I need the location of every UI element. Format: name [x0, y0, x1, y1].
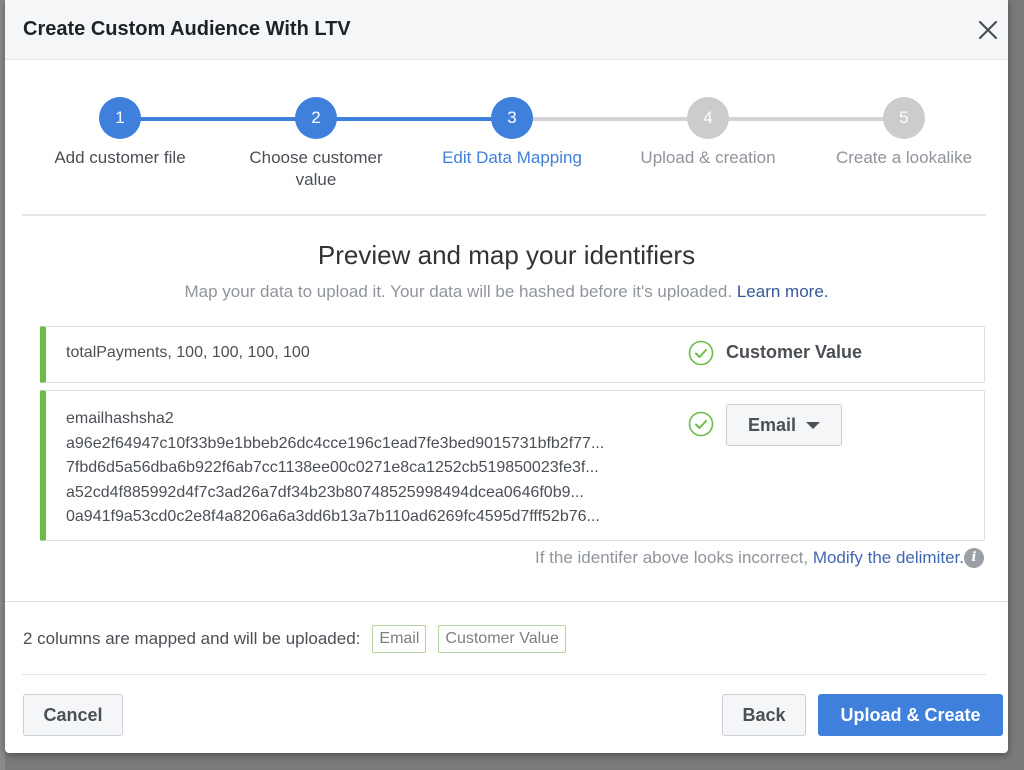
step-number: 4: [687, 97, 729, 139]
caret-down-icon: [806, 421, 821, 429]
step-number: 3: [491, 97, 533, 139]
summary-divider: [5, 601, 1008, 602]
step-add-customer-file: 1 Add customer file: [30, 97, 210, 169]
column-preview: emailhashsha2 a96e2f64947c10f33b9e1bbeb2…: [66, 407, 604, 530]
step-label: Create a lookalike: [835, 148, 973, 167]
cancel-button[interactable]: Cancel: [23, 694, 123, 736]
check-circle-icon: [688, 340, 714, 366]
column-preview-line: a52cd4f885992d4f7c3ad26a7df34b23b8074852…: [66, 483, 584, 501]
step-number: 2: [295, 97, 337, 139]
dropdown-value: Email: [747, 414, 797, 435]
column-preview-line: 0a941f9a53cd0c2e8f4a8206a6a3dd6b13a7b110…: [66, 508, 600, 525]
mapping-row-customer-value: totalPayments, 100, 100, 100, 100 Custom…: [40, 326, 985, 383]
step-create-lookalike: 5 Create a lookalike: [814, 97, 994, 169]
check-circle-icon: [688, 411, 714, 437]
mapped-tag-customer-value: Customer Value: [438, 625, 566, 653]
modify-delimiter-link[interactable]: Modify the delimiter.: [813, 548, 964, 567]
info-icon[interactable]: i: [964, 548, 984, 568]
close-icon: [978, 20, 998, 40]
step-edit-data-mapping: 3 Edit Data Mapping: [422, 97, 602, 169]
mapping-row-email: emailhashsha2 a96e2f64947c10f33b9e1bbeb2…: [40, 390, 985, 541]
create-audience-modal: Create Custom Audience With LTV 1 Add cu…: [5, 0, 1008, 753]
learn-more-link[interactable]: Learn more.: [737, 282, 829, 301]
step-label: Upload & creation: [640, 148, 776, 167]
step-label: Add customer file: [54, 148, 186, 167]
section-subtitle: Map your data to upload it. Your data wi…: [5, 282, 1008, 302]
footer-divider: [22, 674, 986, 675]
subtitle-text: Map your data to upload it. Your data wi…: [184, 282, 733, 301]
step-number: 5: [883, 97, 925, 139]
column-preview-line: 7fbd6d5a56dba6b922f6ab7cc1138ee00c0271e8…: [66, 459, 599, 476]
summary-text: 2 columns are mapped and will be uploade…: [23, 629, 361, 648]
modal-header: Create Custom Audience With LTV: [5, 0, 1008, 60]
step-number: 1: [99, 97, 141, 139]
identifier-type-dropdown[interactable]: Email: [726, 404, 842, 446]
delimiter-note: If the identifer above looks incorrect, …: [535, 548, 964, 568]
mapped-columns-summary: 2 columns are mapped and will be uploade…: [23, 625, 566, 653]
modal-title: Create Custom Audience With LTV: [23, 18, 351, 40]
step-upload-creation: 4 Upload & creation: [618, 97, 798, 169]
delimiter-text: If the identifer above looks incorrect,: [534, 548, 809, 567]
stepper-divider: [22, 214, 986, 216]
stepper: 1 Add customer file 2 Choose customer va…: [5, 60, 1008, 216]
step-choose-customer-value: 2 Choose customer value: [226, 97, 406, 191]
column-preview: totalPayments, 100, 100, 100, 100: [66, 341, 310, 366]
upload-create-button[interactable]: Upload & Create: [818, 694, 1003, 736]
mapped-field-label: Customer Value: [726, 342, 863, 362]
close-button[interactable]: [976, 18, 1000, 42]
section-title: Preview and map your identifiers: [317, 240, 696, 270]
column-preview-line: totalPayments, 100, 100, 100, 100: [66, 344, 310, 361]
back-button[interactable]: Back: [722, 694, 806, 736]
step-label: Edit Data Mapping: [442, 148, 582, 167]
step-label: Choose customer value: [249, 148, 383, 189]
mapped-tag-email: Email: [372, 625, 427, 653]
column-preview-line: a96e2f64947c10f33b9e1bbeb26dc4cce196c1ea…: [66, 434, 605, 452]
column-preview-line: emailhashsha2: [66, 410, 174, 427]
